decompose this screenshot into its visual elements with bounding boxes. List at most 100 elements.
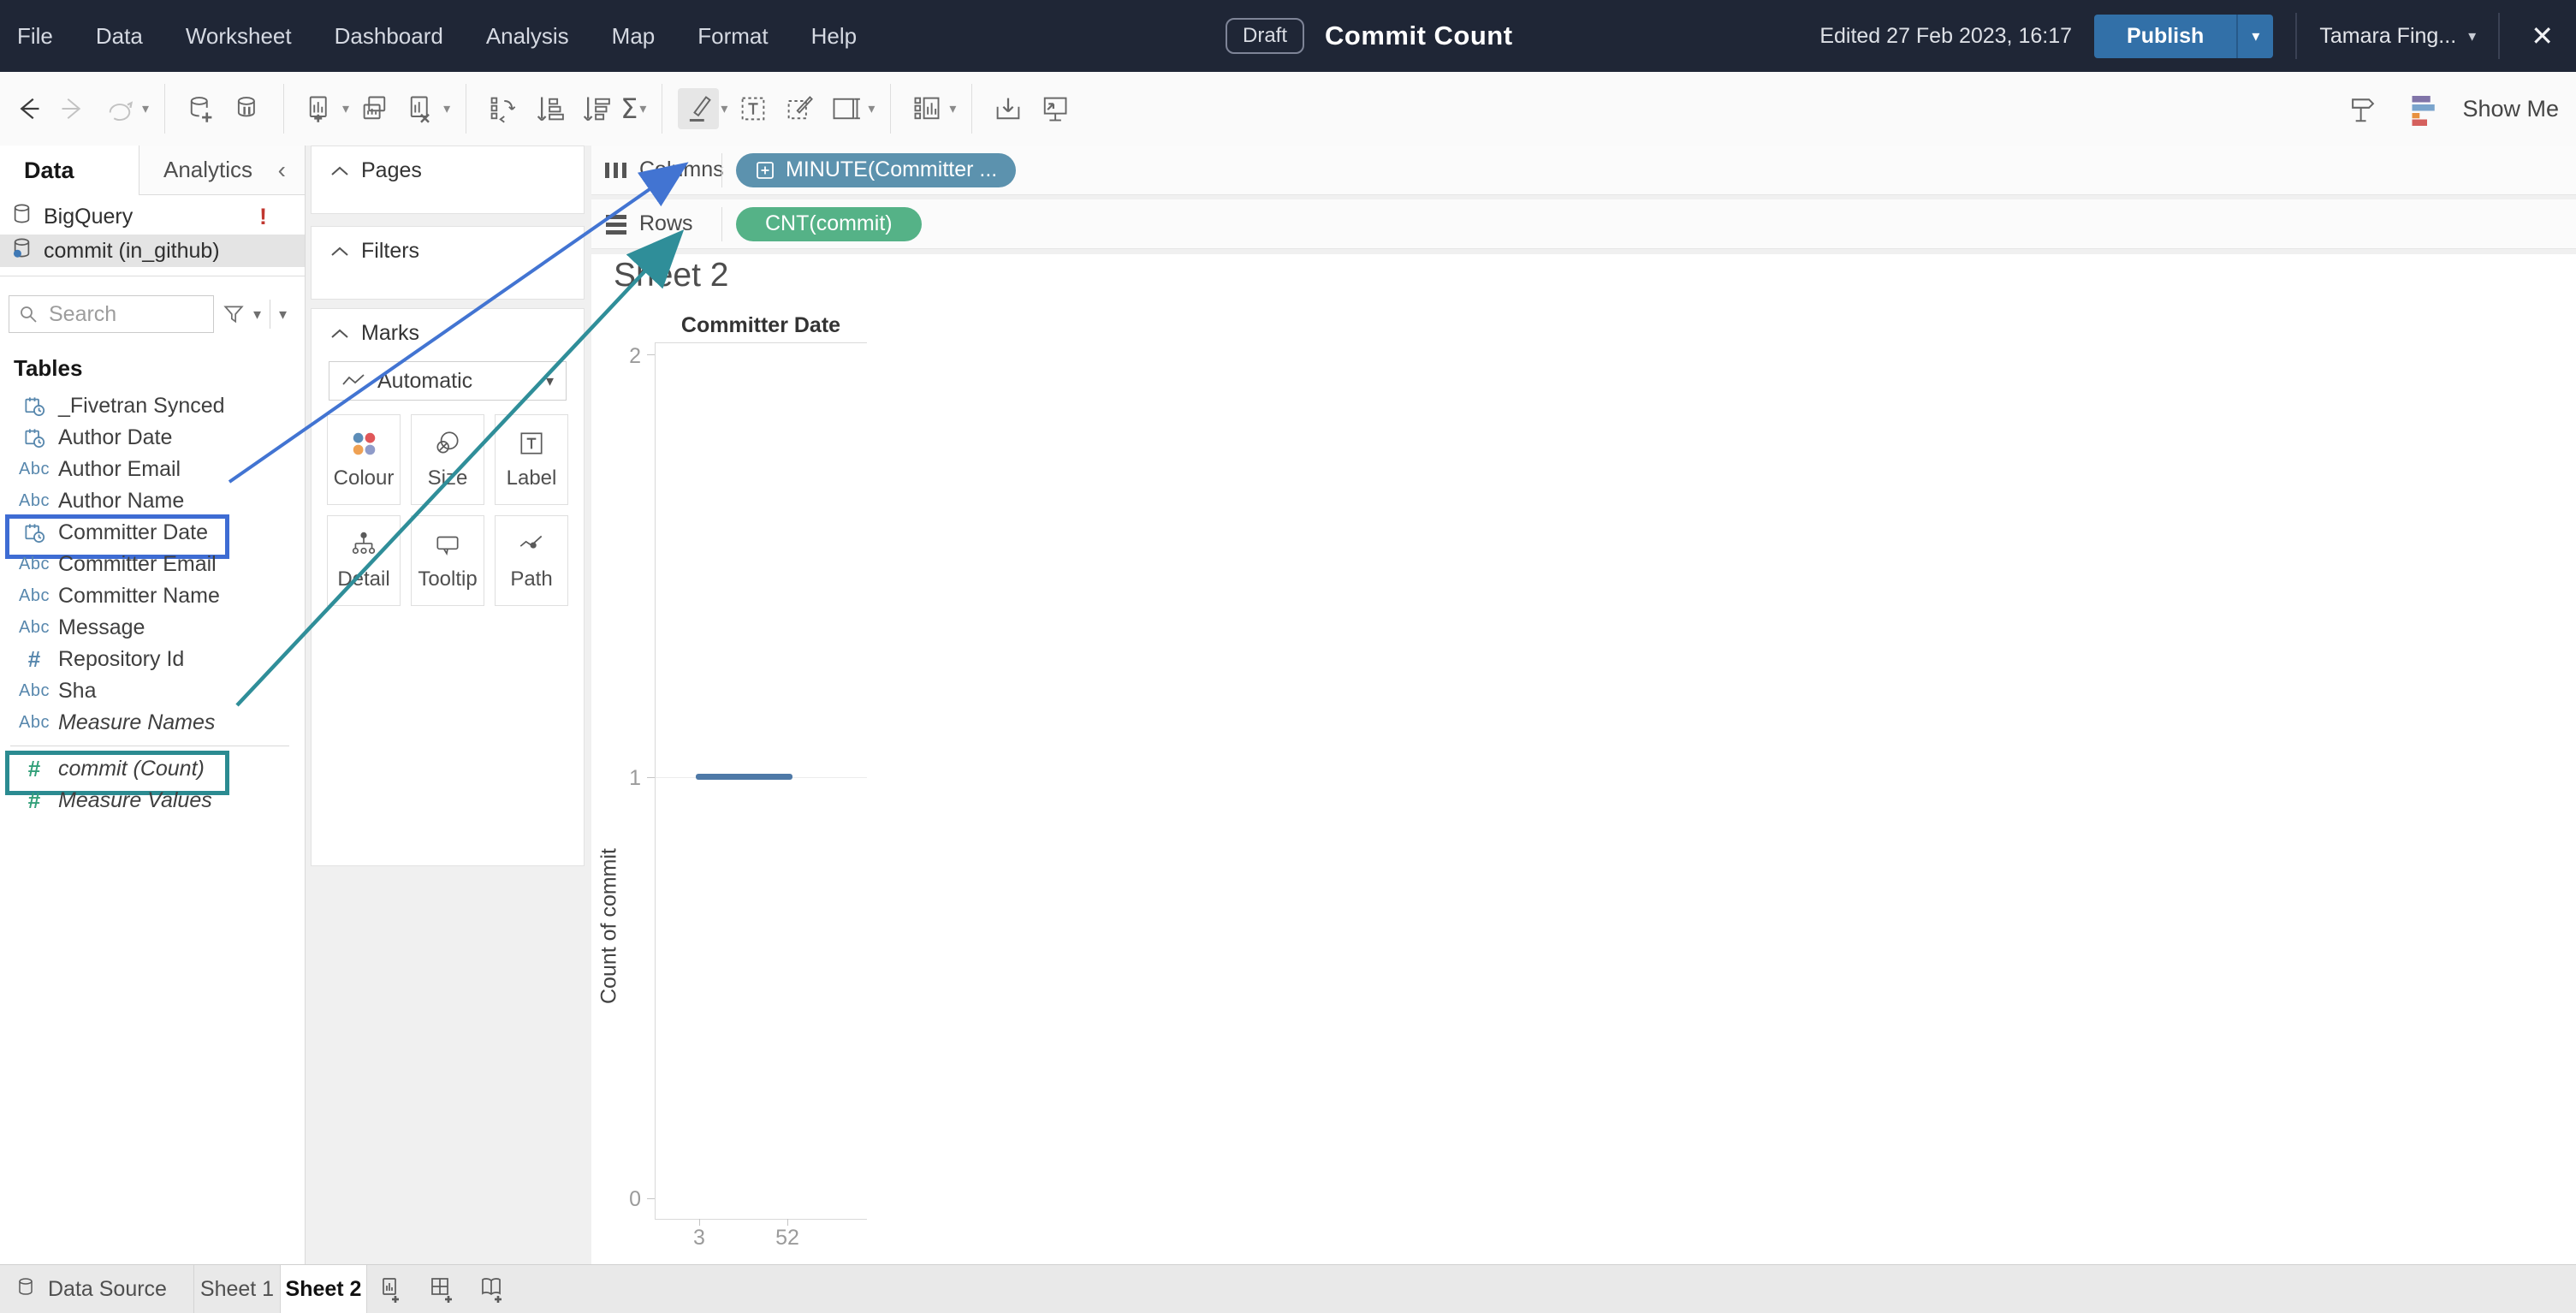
menu-map[interactable]: Map <box>591 23 677 50</box>
publish-button[interactable]: Publish <box>2094 15 2236 58</box>
sort-descending-button[interactable] <box>574 88 615 129</box>
filters-card[interactable]: Filters <box>311 226 585 300</box>
menu-dashboard[interactable]: Dashboard <box>313 23 465 50</box>
show-me-button[interactable]: Show Me <box>2462 96 2559 122</box>
field-row-author-name[interactable]: Abc Author Name <box>0 485 305 517</box>
field-row-author-email[interactable]: Abc Author Email <box>0 454 305 485</box>
presentation-mode-button[interactable] <box>1034 88 1075 129</box>
y-axis-label[interactable]: Count of commit <box>597 848 622 1004</box>
tooltip-button[interactable]: Tooltip <box>411 515 484 606</box>
undo-button[interactable] <box>7 88 48 129</box>
tab-sheet-2[interactable]: Sheet 2 <box>281 1265 367 1313</box>
field-row-commit-count[interactable]: # commit (Count) <box>0 753 305 785</box>
tab-sheet-1[interactable]: Sheet 1 <box>194 1265 281 1313</box>
show-mark-labels-button[interactable] <box>733 88 774 129</box>
format-button[interactable] <box>779 88 820 129</box>
expand-pill-icon[interactable] <box>755 160 775 181</box>
label-button[interactable]: Label <box>495 414 568 505</box>
clear-sheet-button[interactable] <box>401 88 442 129</box>
sheet-title[interactable]: Sheet 2 <box>614 257 728 294</box>
menu-analysis[interactable]: Analysis <box>465 23 591 50</box>
connection-row-bigquery[interactable]: BigQuery ! <box>0 200 305 233</box>
totals-button[interactable]: Σ <box>620 92 638 125</box>
columns-shelf[interactable]: Columns MINUTE(Committer ... <box>591 146 2576 195</box>
new-worksheet-button[interactable] <box>300 88 341 129</box>
collapse-chevron-icon[interactable] <box>330 321 349 346</box>
show-me-icon[interactable] <box>2402 88 2443 129</box>
highlight-caret-icon[interactable]: ▾ <box>721 100 727 117</box>
field-row-message[interactable]: Abc Message <box>0 612 305 644</box>
collapse-pane-icon[interactable]: ‹ <box>278 157 286 184</box>
new-worksheet-caret-icon[interactable]: ▾ <box>342 100 349 117</box>
y-axis-line[interactable] <box>655 342 656 1220</box>
tab-data-source[interactable]: Data Source <box>0 1265 194 1313</box>
history-button[interactable] <box>99 88 140 129</box>
field-row-committer-name[interactable]: Abc Committer Name <box>0 580 305 612</box>
field-label: Sha <box>58 679 96 704</box>
show-hide-cards-button[interactable] <box>906 88 947 129</box>
columns-pill-minute-committer-date[interactable]: MINUTE(Committer ... <box>736 153 1016 187</box>
fit-button[interactable] <box>825 88 866 129</box>
clear-sheet-caret-icon[interactable]: ▾ <box>443 100 450 117</box>
menu-file[interactable]: File <box>0 23 74 50</box>
pages-card[interactable]: Pages <box>311 146 585 214</box>
search-input[interactable] <box>47 301 179 328</box>
new-story-tab-button[interactable] <box>466 1265 516 1313</box>
new-worksheet-tab-button[interactable] <box>367 1265 417 1313</box>
colour-icon <box>349 429 378 458</box>
fit-caret-icon[interactable]: ▾ <box>868 100 875 117</box>
menu-data[interactable]: Data <box>74 23 164 50</box>
field-row-author-date[interactable]: Author Date <box>0 422 305 454</box>
new-data-source-button[interactable] <box>181 88 222 129</box>
filter-fields-icon[interactable] <box>223 303 245 325</box>
field-row-measure-values[interactable]: # Measure Values <box>0 785 305 817</box>
tableau-app-window: File Data Worksheet Dashboard Analysis M… <box>0 0 2576 1313</box>
field-row-committer-email[interactable]: Abc Committer Email <box>0 549 305 580</box>
x-axis-line[interactable] <box>655 1219 867 1220</box>
pane-options-caret-icon[interactable]: ▾ <box>279 306 287 324</box>
history-caret-icon[interactable]: ▾ <box>142 100 149 117</box>
filters-card-title: Filters <box>361 239 419 264</box>
swap-rows-columns-button[interactable] <box>482 88 523 129</box>
menu-help[interactable]: Help <box>790 23 878 50</box>
tab-data[interactable]: Data <box>0 146 139 195</box>
pause-updates-button[interactable] <box>227 88 268 129</box>
tab-analytics[interactable]: Analytics ‹ <box>139 146 305 195</box>
x-tick-3: 3 <box>674 1226 725 1251</box>
tooltip-signpost-icon[interactable] <box>2342 88 2383 129</box>
mark-type-dropdown[interactable]: Automatic ▾ <box>329 361 567 401</box>
user-menu[interactable]: Tamara Fing... ▾ <box>2319 24 2476 49</box>
colour-button[interactable]: Colour <box>327 414 401 505</box>
download-button[interactable] <box>988 88 1029 129</box>
duplicate-sheet-button[interactable] <box>354 88 395 129</box>
menu-format[interactable]: Format <box>676 23 789 50</box>
field-row-measure-names[interactable]: Abc Measure Names <box>0 707 305 739</box>
toolbar: ▾ ▾ ▾ <box>0 72 2576 146</box>
sort-ascending-button[interactable] <box>528 88 569 129</box>
new-dashboard-tab-button[interactable] <box>417 1265 466 1313</box>
collapse-chevron-icon[interactable] <box>330 158 349 183</box>
field-row-sha[interactable]: Abc Sha <box>0 675 305 707</box>
totals-caret-icon[interactable]: ▾ <box>639 100 646 117</box>
redo-button[interactable] <box>53 88 94 129</box>
detail-button[interactable]: Detail <box>327 515 401 606</box>
highlight-button[interactable] <box>678 88 719 129</box>
field-row-repository-id[interactable]: # Repository Id <box>0 644 305 675</box>
publish-dropdown-caret-icon[interactable]: ▾ <box>2236 15 2273 58</box>
collapse-chevron-icon[interactable] <box>330 239 349 264</box>
field-label: Author Name <box>58 489 184 514</box>
field-row-fivetran-synced[interactable]: _Fivetran Synced <box>0 390 305 422</box>
top-bar: File Data Worksheet Dashboard Analysis M… <box>0 0 2576 72</box>
rows-pill-cnt-commit[interactable]: CNT(commit) <box>736 207 922 241</box>
line-mark-cnt-commit[interactable] <box>696 774 792 780</box>
menu-worksheet[interactable]: Worksheet <box>164 23 313 50</box>
search-box[interactable] <box>9 295 214 333</box>
filter-caret-icon[interactable]: ▾ <box>253 306 261 324</box>
size-button[interactable]: Size <box>411 414 484 505</box>
rows-shelf[interactable]: Rows CNT(commit) <box>591 199 2576 249</box>
close-icon[interactable]: ✕ <box>2522 20 2562 52</box>
path-button[interactable]: Path <box>495 515 568 606</box>
table-row-commit[interactable]: commit (in_github) <box>0 235 305 267</box>
show-hide-cards-caret-icon[interactable]: ▾ <box>949 100 956 117</box>
field-row-committer-date[interactable]: Committer Date <box>0 517 305 549</box>
